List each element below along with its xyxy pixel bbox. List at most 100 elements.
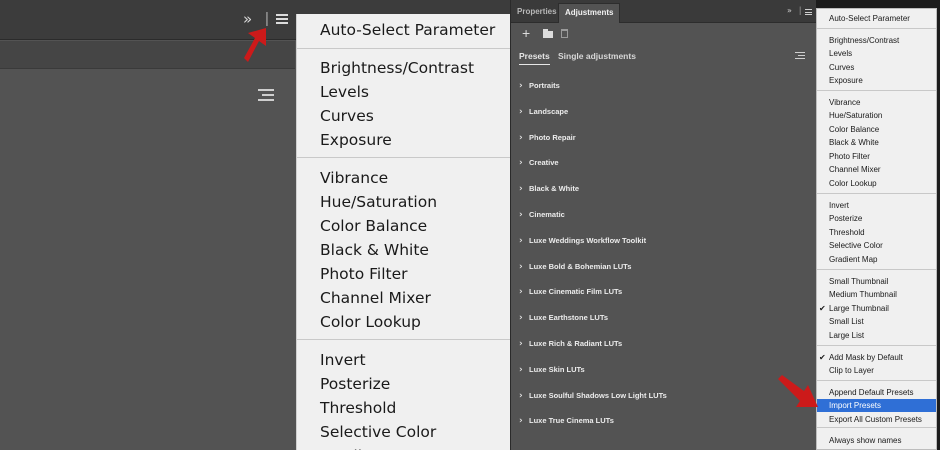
add-preset-icon[interactable]: +: [522, 26, 530, 40]
menu-separator: [817, 345, 936, 346]
menu-item-append-default-presets[interactable]: Append Default Presets: [817, 386, 936, 399]
menu-item-selective-color[interactable]: Selective Color: [817, 239, 936, 252]
menu-item-auto-select-parameter[interactable]: Auto-Select Parameter: [320, 21, 495, 39]
menu-item-medium-thumbnail[interactable]: Medium Thumbnail: [817, 288, 936, 301]
adjustments-flyout-menu: Auto-Select Parameter Brightness/Contrast…: [816, 8, 937, 450]
menu-item-black-white[interactable]: Black & White: [320, 241, 429, 259]
menu-item-color-lookup[interactable]: Color Lookup: [320, 313, 421, 331]
list-view-icon[interactable]: [795, 52, 805, 62]
collapse-panels-icon[interactable]: »: [787, 6, 792, 15]
preset-group-item[interactable]: › Portraits: [519, 81, 560, 91]
menu-item-exposure[interactable]: Exposure: [817, 74, 936, 87]
menu-item-small-thumbnail[interactable]: Small Thumbnail: [817, 275, 936, 288]
preset-group-item[interactable]: › Luxe True Cinema LUTs: [519, 416, 614, 426]
menu-item-label: Curves: [829, 63, 855, 72]
new-group-folder-icon[interactable]: [543, 29, 553, 38]
chevron-right-icon: ›: [519, 364, 523, 375]
delete-trash-icon[interactable]: [561, 29, 568, 38]
menu-item-levels[interactable]: Levels: [817, 47, 936, 60]
menu-item-always-show-names[interactable]: Always show names: [817, 434, 936, 447]
menu-item-color-balance[interactable]: Color Balance: [320, 217, 427, 235]
menu-item-vibrance[interactable]: Vibrance: [320, 169, 388, 187]
chevron-right-icon: ›: [519, 158, 523, 169]
preset-group-item[interactable]: › Luxe Earthstone LUTs: [519, 313, 608, 323]
subtab-presets[interactable]: Presets: [519, 51, 550, 65]
list-view-icon[interactable]: [258, 89, 274, 102]
preset-group-label: Luxe Soulful Shadows Low Light LUTs: [529, 390, 667, 400]
preset-group-label: Luxe Rich & Radiant LUTs: [529, 339, 623, 348]
menu-item-hue-saturation[interactable]: Hue/Saturation: [320, 193, 437, 211]
preset-group-item[interactable]: › Photo Repair: [519, 133, 576, 143]
menu-item-large-thumbnail[interactable]: ✔ Large Thumbnail: [817, 302, 936, 315]
preset-group-item[interactable]: › Luxe Weddings Workflow Toolkit: [519, 236, 646, 246]
panel-tab-bar: Properties Adjustments » |: [511, 0, 817, 23]
tab-properties[interactable]: Properties: [511, 3, 563, 23]
menu-item-threshold[interactable]: Threshold: [320, 399, 396, 417]
menu-item-invert[interactable]: Invert: [320, 351, 366, 369]
preset-group-item[interactable]: › Cinematic: [519, 210, 565, 220]
preset-group-label: Luxe Earthstone LUTs: [529, 313, 609, 323]
menu-item-small-list[interactable]: Small List: [817, 315, 936, 328]
menu-item-photo-filter[interactable]: Photo Filter: [817, 150, 936, 163]
panel-menu-icon[interactable]: [276, 14, 288, 24]
annotation-arrow-icon: [244, 28, 266, 62]
menu-item-large-list[interactable]: Large List: [817, 329, 936, 342]
preset-group-label: Luxe Weddings Workflow Toolkit: [529, 235, 647, 245]
menu-item-add-mask-by-default[interactable]: ✔ Add Mask by Default: [817, 351, 936, 364]
chevron-right-icon: ›: [519, 210, 523, 220]
menu-item-label: Invert: [829, 201, 850, 210]
menu-item-brightness-contrast[interactable]: Brightness/Contrast: [320, 59, 474, 77]
menu-item-label: Color Balance: [829, 125, 880, 134]
menu-item-brightness-contrast[interactable]: Brightness/Contrast: [817, 34, 936, 47]
menu-item-clip-to-layer[interactable]: Clip to Layer: [817, 364, 936, 377]
menu-item-label: Vibrance: [829, 98, 861, 107]
menu-item-label: Medium Thumbnail: [829, 290, 897, 299]
menu-item-gradient-map[interactable]: Gradient Map: [817, 253, 936, 266]
menu-item-selective-color[interactable]: Selective Color: [320, 423, 436, 441]
preset-group-item[interactable]: › Creative: [519, 158, 559, 168]
menu-item-channel-mixer[interactable]: Channel Mixer: [320, 289, 431, 307]
menu-item-exposure[interactable]: Exposure: [320, 131, 392, 149]
menu-item-threshold[interactable]: Threshold: [817, 226, 936, 239]
subtab-single-adjustments[interactable]: Single adjustments: [558, 51, 636, 61]
preset-group-item[interactable]: › Luxe Cinematic Film LUTs: [519, 287, 622, 297]
menu-item-channel-mixer[interactable]: Channel Mixer: [817, 163, 936, 176]
menu-item-label: Posterize: [829, 214, 863, 223]
menu-item-posterize[interactable]: Posterize: [817, 212, 936, 225]
menu-item-color-lookup[interactable]: Color Lookup: [817, 177, 936, 190]
menu-item-label: Color Lookup: [829, 179, 877, 188]
menu-item-export-all-custom-presets[interactable]: Export All Custom Presets: [817, 413, 936, 426]
menu-item-color-balance[interactable]: Color Balance: [817, 123, 936, 136]
menu-item-curves[interactable]: Curves: [817, 61, 936, 74]
preset-group-item[interactable]: › Luxe Bold & Bohemian LUTs: [519, 262, 631, 272]
menu-separator: [297, 48, 510, 49]
preset-group-item[interactable]: › Luxe Rich & Radiant LUTs: [519, 339, 622, 349]
menu-item-auto-select-parameter[interactable]: Auto-Select Parameter: [817, 12, 936, 25]
menu-item-posterize[interactable]: Posterize: [320, 375, 390, 393]
menu-item-label: Large Thumbnail: [829, 304, 889, 313]
panel-menu-icon[interactable]: [805, 9, 812, 15]
menu-item-hue-saturation[interactable]: Hue/Saturation: [817, 109, 936, 122]
menu-item-label: Selective Color: [829, 241, 883, 250]
menu-item-vibrance[interactable]: Vibrance: [817, 96, 936, 109]
menu-item-levels[interactable]: Levels: [320, 83, 369, 101]
chevron-right-icon: ›: [519, 287, 523, 298]
menu-item-black-white[interactable]: Black & White: [817, 136, 936, 149]
menu-item-curves[interactable]: Curves: [320, 107, 374, 125]
preset-group-item[interactable]: › Landscape: [519, 107, 568, 117]
menu-item-label: Levels: [829, 49, 853, 58]
adjustments-flyout-menu-zoomed: Auto-Select Parameter Brightness/Contrast…: [296, 14, 510, 450]
menu-item-import-presets[interactable]: Import Presets: [817, 399, 936, 412]
collapse-panels-icon[interactable]: »: [243, 10, 252, 28]
menu-item-invert[interactable]: Invert: [817, 199, 936, 212]
preset-group-item[interactable]: › Black & White: [519, 184, 579, 194]
chevron-right-icon: ›: [519, 235, 523, 246]
menu-item-label: Photo Filter: [829, 152, 870, 161]
menu-item-label: Exposure: [829, 76, 863, 85]
preset-group-label: Portraits: [529, 81, 560, 90]
preset-group-item[interactable]: › Luxe Skin LUTs: [519, 365, 585, 375]
tab-adjustments[interactable]: Adjustments: [558, 3, 621, 23]
menu-separator: [817, 269, 936, 270]
preset-group-item[interactable]: › Luxe Soulful Shadows Low Light LUTs: [519, 391, 667, 401]
menu-item-photo-filter[interactable]: Photo Filter: [320, 265, 408, 283]
